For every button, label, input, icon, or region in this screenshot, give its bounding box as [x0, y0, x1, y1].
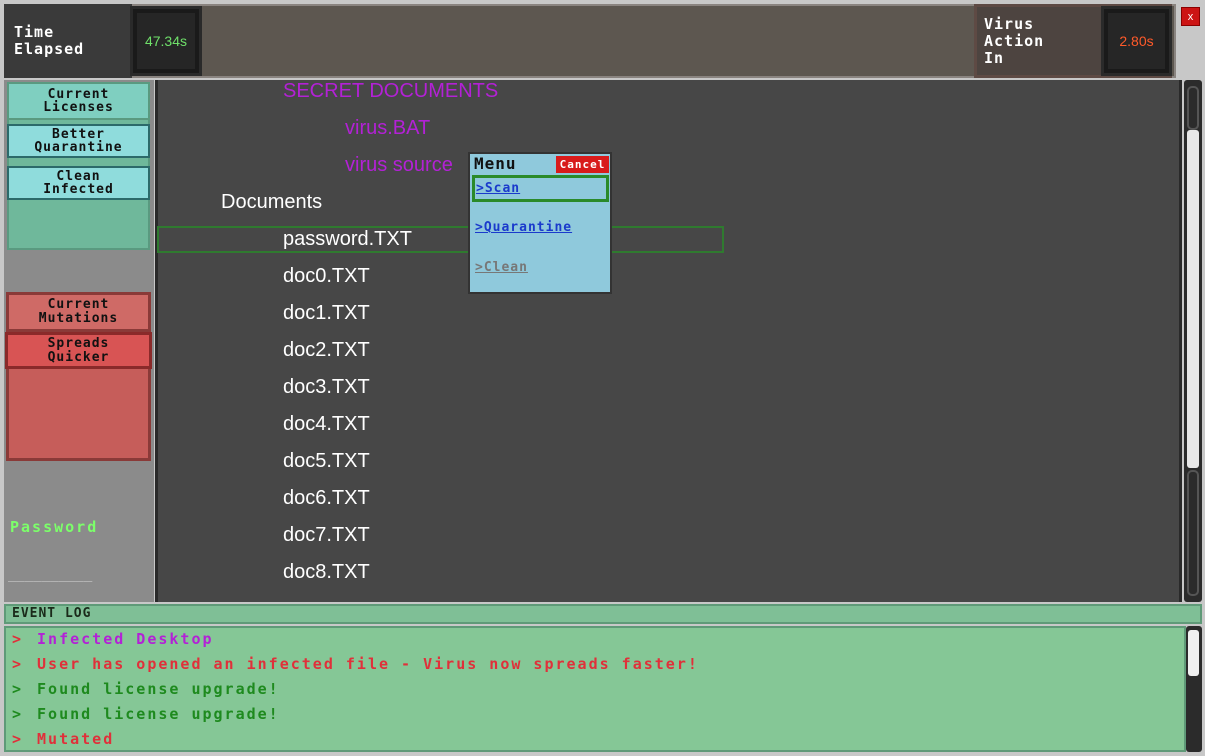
- password-label: Password: [10, 518, 99, 536]
- folder-secret-documents[interactable]: SECRET DOCUMENTS: [283, 80, 498, 103]
- licenses-header-line2: Licenses: [43, 100, 114, 115]
- file-scrollbar-thumb[interactable]: [1187, 130, 1199, 468]
- file-password-txt[interactable]: password.TXT: [283, 228, 412, 251]
- time-label-line2: Elapsed: [14, 40, 85, 58]
- menu-title: Menu: [470, 154, 556, 174]
- virus-action-value: 2.80s: [1108, 13, 1165, 69]
- mutation-label-line1: Spreads: [47, 335, 110, 351]
- log-entry-text: Found license upgrade!: [37, 705, 280, 723]
- file-doc4[interactable]: doc4.TXT: [283, 413, 370, 436]
- time-label-line1: Time: [14, 23, 55, 41]
- event-log-scrollbar-thumb[interactable]: [1188, 630, 1199, 676]
- license-better-quarantine[interactable]: Better Quarantine: [7, 124, 150, 158]
- selected-row-highlight: [157, 226, 724, 253]
- chevron-right-icon: >: [12, 630, 24, 648]
- log-entry: > User has opened an infected file - Viru…: [12, 655, 699, 673]
- scrollbar-track-top: [1187, 86, 1199, 130]
- license-label-line2: Infected: [43, 182, 114, 197]
- file-virus-source[interactable]: virus source: [345, 154, 453, 177]
- password-input[interactable]: __________: [8, 566, 150, 582]
- chevron-right-icon: >: [12, 655, 24, 673]
- event-log: > Infected Desktop > User has opened an in…: [4, 626, 1186, 752]
- menu-cancel-button[interactable]: Cancel: [556, 156, 609, 173]
- licenses-header: Current Licenses: [7, 82, 150, 120]
- log-entry-text: Infected Desktop: [37, 630, 214, 648]
- log-entry: > Mutated: [12, 730, 114, 748]
- license-clean-infected[interactable]: Clean Infected: [7, 166, 150, 200]
- log-entry: > Found license upgrade!: [12, 705, 280, 723]
- file-doc0[interactable]: doc0.TXT: [283, 265, 370, 288]
- log-entry: > Found license upgrade!: [12, 680, 280, 698]
- log-entry-text: Found license upgrade!: [37, 680, 280, 698]
- mutation-label-line2: Quicker: [47, 349, 110, 365]
- mutations-header: Current Mutations: [6, 292, 151, 332]
- menu-quarantine-button[interactable]: >Quarantine: [475, 220, 572, 235]
- menu-scan-button[interactable]: >Scan: [472, 175, 609, 202]
- virus-action-label: Virus Action In: [984, 16, 1094, 67]
- log-entry-text: Mutated: [37, 730, 115, 748]
- chevron-right-icon: >: [12, 730, 24, 748]
- license-label-line2: Quarantine: [34, 140, 123, 155]
- file-doc5[interactable]: doc5.TXT: [283, 450, 370, 473]
- file-doc7[interactable]: doc7.TXT: [283, 524, 370, 547]
- file-virus-bat[interactable]: virus.BAT: [345, 117, 430, 140]
- chevron-right-icon: >: [12, 705, 24, 723]
- mutation-spreads-quicker[interactable]: Spreads Quicker: [5, 332, 152, 369]
- close-button[interactable]: x: [1181, 7, 1200, 26]
- time-elapsed-value: 47.34s: [137, 13, 195, 69]
- file-doc1[interactable]: doc1.TXT: [283, 302, 370, 325]
- log-entry-text: User has opened an infected file - Virus…: [37, 655, 699, 673]
- virus-label-line3: In: [984, 49, 1005, 67]
- file-doc2[interactable]: doc2.TXT: [283, 339, 370, 362]
- mutations-header-line1: Current: [47, 297, 110, 312]
- time-elapsed-label: Time Elapsed: [4, 4, 132, 78]
- mutations-header-line2: Mutations: [38, 311, 119, 326]
- chevron-right-icon: >: [12, 680, 24, 698]
- folder-documents[interactable]: Documents: [221, 191, 322, 214]
- file-doc8[interactable]: doc8.TXT: [283, 561, 370, 584]
- event-log-header: EVENT LOG: [4, 604, 1202, 624]
- scrollbar-track-bottom: [1187, 470, 1199, 596]
- virus-label-line1: Virus: [984, 15, 1035, 33]
- menu-clean-button[interactable]: >Clean: [475, 260, 528, 275]
- menu-scan-label: >Scan: [476, 181, 521, 196]
- file-doc3[interactable]: doc3.TXT: [283, 376, 370, 399]
- file-doc6[interactable]: doc6.TXT: [283, 487, 370, 510]
- log-entry: > Infected Desktop: [12, 630, 214, 648]
- virus-label-line2: Action: [984, 32, 1045, 50]
